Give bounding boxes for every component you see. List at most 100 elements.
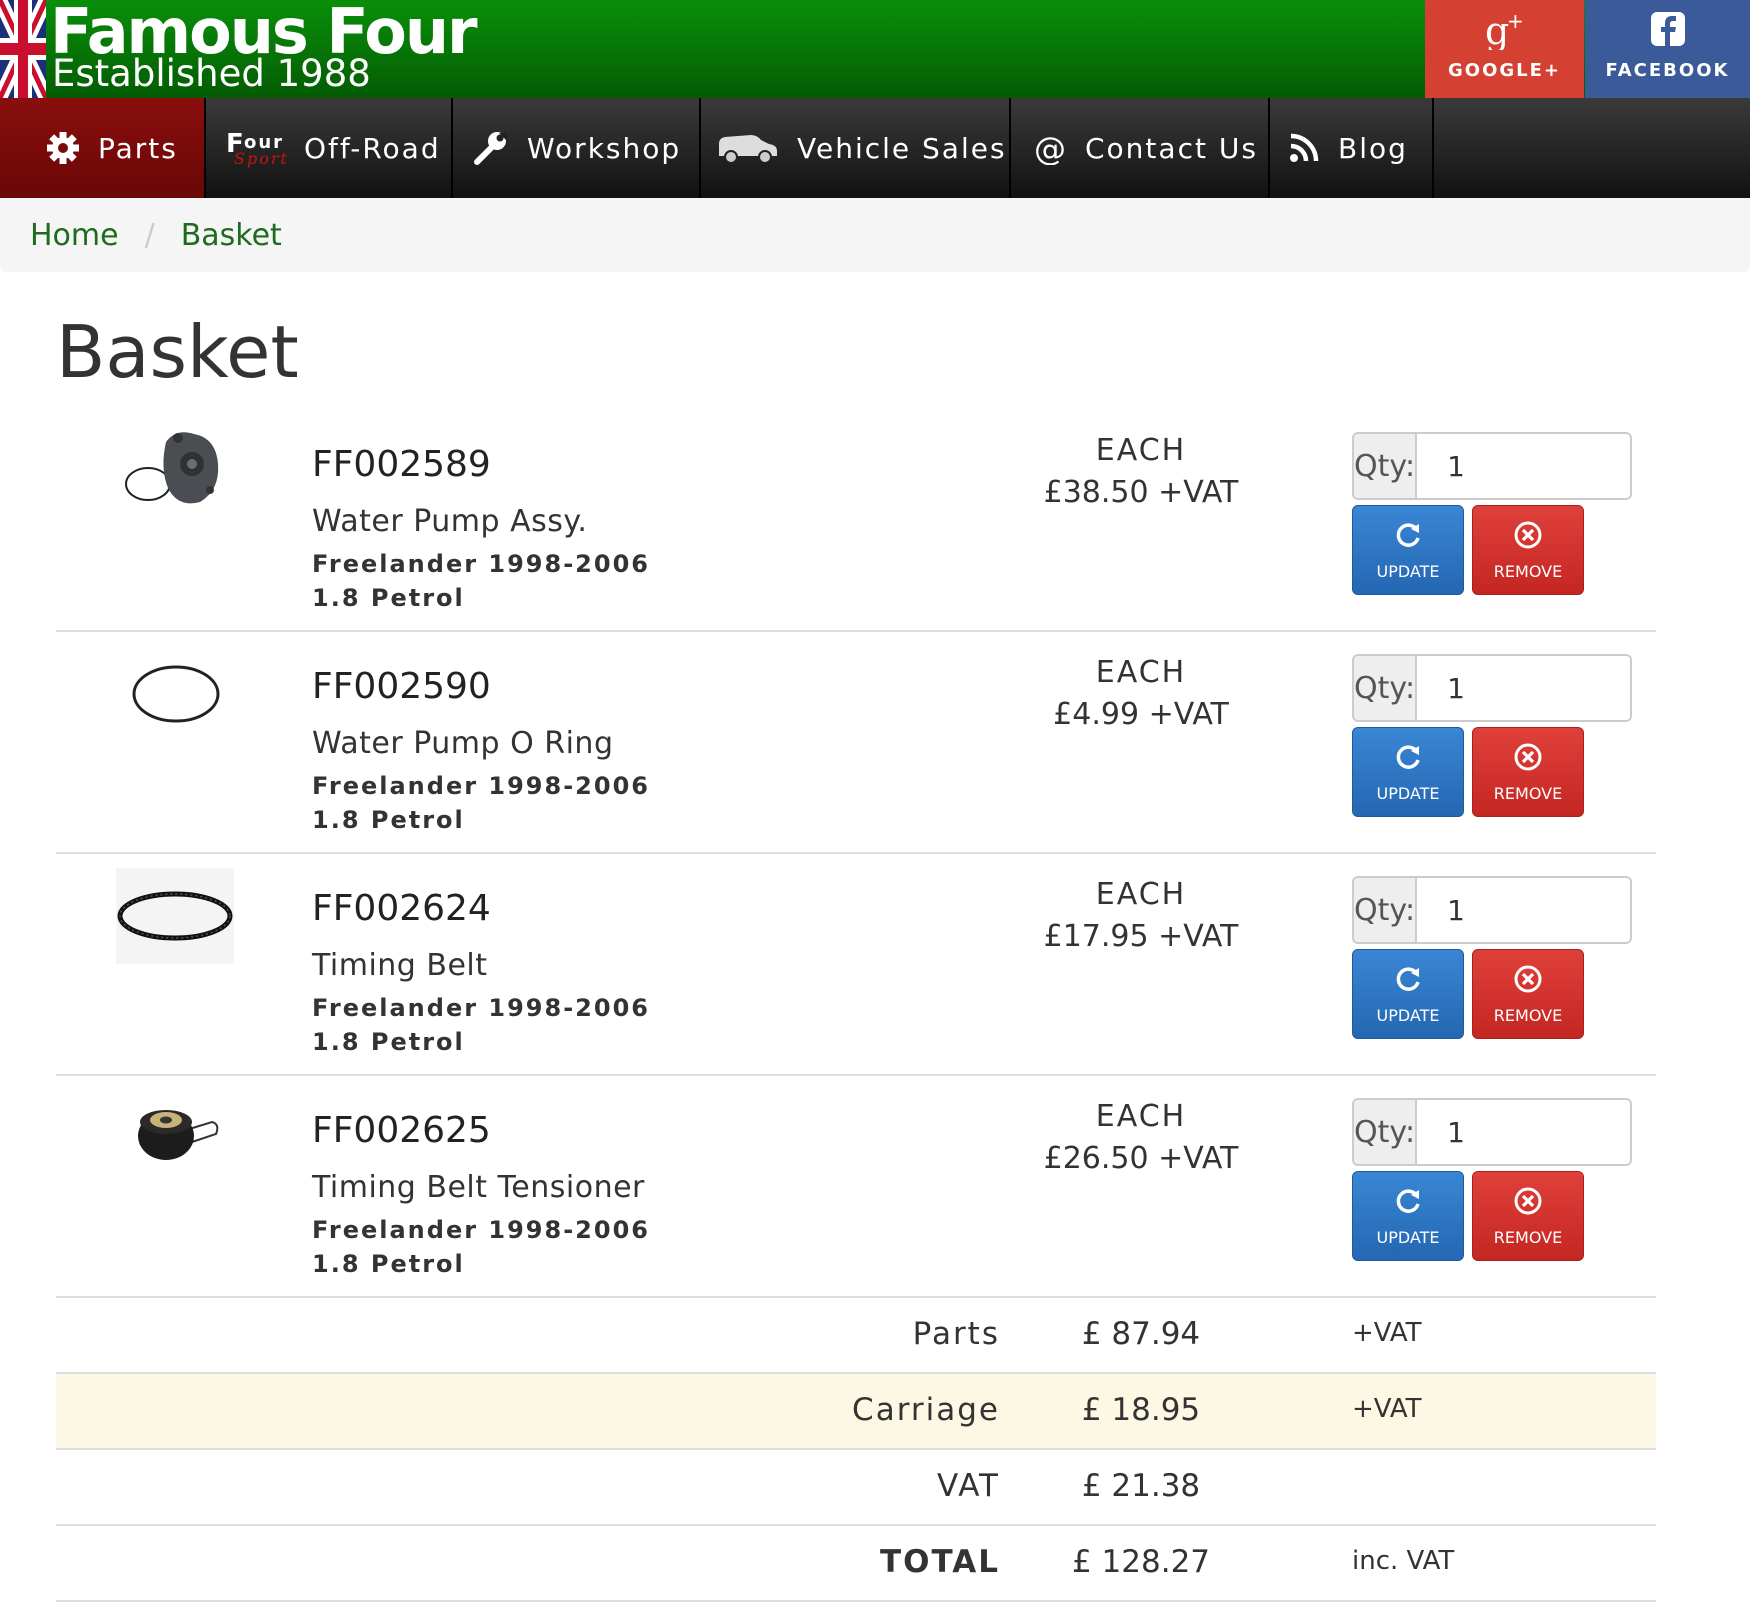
item-engine: 1.8 Petrol xyxy=(312,806,465,834)
item-name: Water Pump O Ring xyxy=(312,726,614,761)
each-label: EACH xyxy=(1095,877,1187,912)
item-price: £17.95 +VAT xyxy=(1043,919,1239,954)
google-plus-icon: g + xyxy=(1425,10,1584,50)
nav-item-off-road[interactable]: F our Sport Off-Road xyxy=(206,98,453,198)
item-name: Timing Belt xyxy=(312,948,488,983)
remove-button[interactable]: REMOVE xyxy=(1472,1171,1584,1261)
remove-button[interactable]: REMOVE xyxy=(1472,727,1584,817)
page-title: Basket xyxy=(56,310,299,394)
basket-item: FF002589 Water Pump Assy. Freelander 199… xyxy=(56,410,1656,632)
product-image-timing-belt[interactable] xyxy=(116,868,234,964)
update-label: UPDATE xyxy=(1376,561,1440,581)
totals-value: £ 128.27 xyxy=(1071,1544,1211,1580)
item-price: £26.50 +VAT xyxy=(1043,1141,1239,1176)
svg-text:g: g xyxy=(1485,10,1509,50)
four-sport-logo-icon: F our Sport xyxy=(226,128,290,168)
basket-item: FF002590 Water Pump O Ring Freelander 19… xyxy=(56,632,1656,854)
facebook-label: FACEBOOK xyxy=(1605,60,1730,81)
update-button[interactable]: UPDATE xyxy=(1352,727,1464,817)
basket-totals: Parts £ 87.94 +VAT Carriage £ 18.95 +VAT… xyxy=(56,1298,1656,1602)
item-price-block: EACH £4.99 +VAT xyxy=(1016,652,1266,736)
totals-note: +VAT xyxy=(1352,1394,1422,1424)
totals-label: Parts xyxy=(912,1316,1000,1352)
nav-item-vehicle-sales[interactable]: Vehicle Sales xyxy=(701,98,1011,198)
rss-icon xyxy=(1288,132,1320,164)
totals-note: inc. VAT xyxy=(1352,1546,1455,1576)
remove-label: REMOVE xyxy=(1493,561,1563,581)
item-price-block: EACH £17.95 +VAT xyxy=(1016,874,1266,958)
remove-circle-icon xyxy=(1513,1186,1543,1220)
item-code: FF002590 xyxy=(312,666,491,707)
remove-label: REMOVE xyxy=(1493,1227,1563,1247)
item-engine: 1.8 Petrol xyxy=(312,1028,465,1056)
item-engine: 1.8 Petrol xyxy=(312,584,465,612)
totals-value: £ 21.38 xyxy=(1081,1468,1201,1504)
update-button[interactable]: UPDATE xyxy=(1352,949,1464,1039)
basket-item: FF002624 Timing Belt Freelander 1998-200… xyxy=(56,854,1656,1076)
site-logo-subtitle: Established 1988 xyxy=(52,52,371,95)
nav-label-blog: Blog xyxy=(1338,131,1408,165)
totals-row-vat: VAT £ 21.38 xyxy=(56,1450,1656,1526)
update-label: UPDATE xyxy=(1376,1005,1440,1025)
product-image-o-ring[interactable] xyxy=(116,646,234,742)
update-button[interactable]: UPDATE xyxy=(1352,505,1464,595)
gear-icon xyxy=(46,131,80,165)
nav-label-vehicle-sales: Vehicle Sales xyxy=(797,131,1007,165)
site-header: Famous Four Established 1988 g + GOOGLE+… xyxy=(0,0,1750,98)
svg-text:+: + xyxy=(1507,10,1524,33)
nav-item-blog[interactable]: Blog xyxy=(1270,98,1434,198)
breadcrumb: Home / Basket xyxy=(0,198,1750,272)
google-plus-label: GOOGLE+ xyxy=(1448,60,1561,81)
each-label: EACH xyxy=(1095,433,1187,468)
item-engine: 1.8 Petrol xyxy=(312,1250,465,1278)
each-label: EACH xyxy=(1095,1099,1187,1134)
refresh-icon xyxy=(1393,1186,1423,1220)
nav-item-parts[interactable]: Parts xyxy=(0,98,206,198)
item-code: FF002624 xyxy=(312,888,491,929)
update-label: UPDATE xyxy=(1376,1227,1440,1247)
google-plus-button[interactable]: g + GOOGLE+ xyxy=(1425,0,1584,98)
item-name: Water Pump Assy. xyxy=(312,504,588,539)
remove-button[interactable]: REMOVE xyxy=(1472,949,1584,1039)
quantity-input[interactable] xyxy=(1417,656,1630,720)
refresh-icon xyxy=(1393,742,1423,776)
refresh-icon xyxy=(1393,964,1423,998)
quantity-input[interactable] xyxy=(1417,434,1630,498)
totals-note: +VAT xyxy=(1352,1318,1422,1348)
remove-circle-icon xyxy=(1513,964,1543,998)
at-icon: @ xyxy=(1033,131,1067,165)
item-code: FF002589 xyxy=(312,444,491,485)
product-image-water-pump[interactable] xyxy=(116,424,234,520)
product-image-tensioner[interactable] xyxy=(116,1090,234,1186)
item-price: £38.50 +VAT xyxy=(1043,475,1239,510)
breadcrumb-current[interactable]: Basket xyxy=(181,218,282,253)
quantity-group: Qty: xyxy=(1352,654,1632,722)
quantity-group: Qty: xyxy=(1352,432,1632,500)
totals-label: Carriage xyxy=(852,1392,1000,1428)
item-price: £4.99 +VAT xyxy=(1053,697,1229,732)
nav-item-contact-us[interactable]: @ Contact Us xyxy=(1011,98,1270,198)
wrench-icon xyxy=(473,130,509,166)
item-model: Freelander 1998-2006 xyxy=(312,1216,650,1244)
remove-button[interactable]: REMOVE xyxy=(1472,505,1584,595)
totals-label: VAT xyxy=(937,1468,1000,1504)
update-button[interactable]: UPDATE xyxy=(1352,1171,1464,1261)
quantity-input[interactable] xyxy=(1417,878,1630,942)
facebook-button[interactable]: FACEBOOK xyxy=(1585,0,1750,98)
each-label: EACH xyxy=(1095,655,1187,690)
qty-label: Qty: xyxy=(1354,1100,1418,1164)
breadcrumb-separator: / xyxy=(144,217,155,253)
basket-item: FF002625 Timing Belt Tensioner Freelande… xyxy=(56,1076,1656,1298)
breadcrumb-home-link[interactable]: Home xyxy=(30,218,119,253)
totals-row-carriage: Carriage £ 18.95 +VAT xyxy=(56,1374,1656,1450)
qty-label: Qty: xyxy=(1354,434,1418,498)
update-label: UPDATE xyxy=(1376,783,1440,803)
item-name: Timing Belt Tensioner xyxy=(312,1170,645,1205)
remove-circle-icon xyxy=(1513,742,1543,776)
svg-text:@: @ xyxy=(1034,131,1067,165)
quantity-input[interactable] xyxy=(1417,1100,1630,1164)
nav-item-workshop[interactable]: Workshop xyxy=(453,98,701,198)
totals-value: £ 87.94 xyxy=(1081,1316,1201,1352)
item-model: Freelander 1998-2006 xyxy=(312,772,650,800)
main-nav: Parts F our Sport Off-Road Workshop Vehi… xyxy=(0,98,1750,198)
